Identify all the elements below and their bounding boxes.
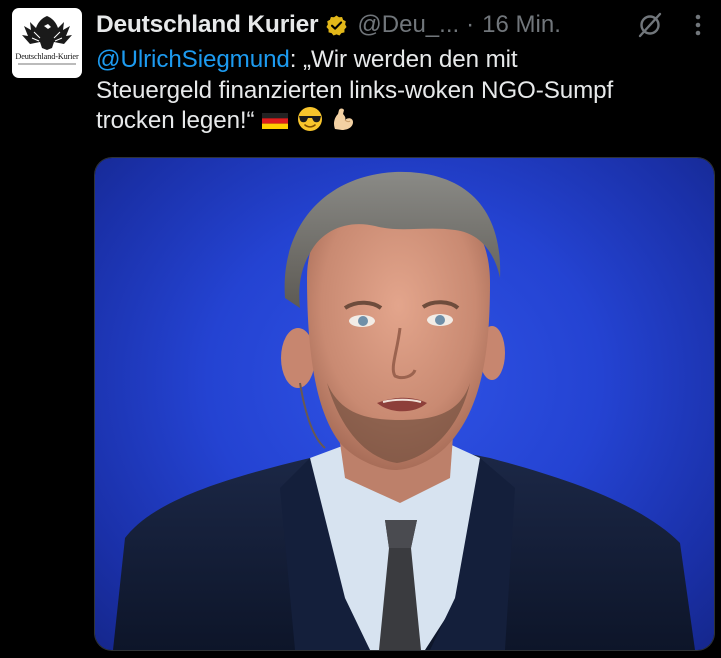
mention-link[interactable]: @UlrichSiegmund	[96, 46, 290, 73]
author-name[interactable]: Deutschland Kurier	[96, 11, 319, 39]
tweet-header: Deutschland Kurier @Deu_... · 16 Min.	[96, 7, 711, 43]
tweet-text-line3: trocken legen!“	[96, 107, 255, 134]
avatar[interactable]: Deutschland-Kurier	[12, 8, 82, 78]
avatar-logo-divider	[18, 63, 76, 65]
tweet-card[interactable]: Deutschland-Kurier Deutschland Kurier @D…	[0, 0, 721, 658]
more-options-icon[interactable]	[686, 10, 710, 40]
man-portrait-image	[113, 171, 695, 650]
german-flag-icon	[262, 113, 289, 129]
separator-dot: ·	[466, 11, 475, 38]
tweet-text: @UlrichSiegmund: „Wir werden den mit Ste…	[96, 45, 716, 137]
eagle-logo-icon	[22, 16, 72, 50]
flexed-biceps-icon	[334, 108, 354, 130]
grok-icon[interactable]	[636, 11, 664, 39]
tweet-text-line1: : „Wir werden den mit	[289, 46, 518, 73]
author-handle[interactable]: @Deu_...	[357, 11, 459, 39]
verified-badge-icon[interactable]	[325, 14, 348, 37]
avatar-logo-text: Deutschland-Kurier	[15, 52, 79, 61]
tweet-media-photo[interactable]	[95, 158, 714, 650]
timestamp[interactable]: 16 Min.	[482, 11, 561, 39]
tweet-text-line2: Steuergeld finanzierten links-woken NGO-…	[96, 76, 614, 104]
sunglasses-face-icon	[297, 107, 322, 131]
